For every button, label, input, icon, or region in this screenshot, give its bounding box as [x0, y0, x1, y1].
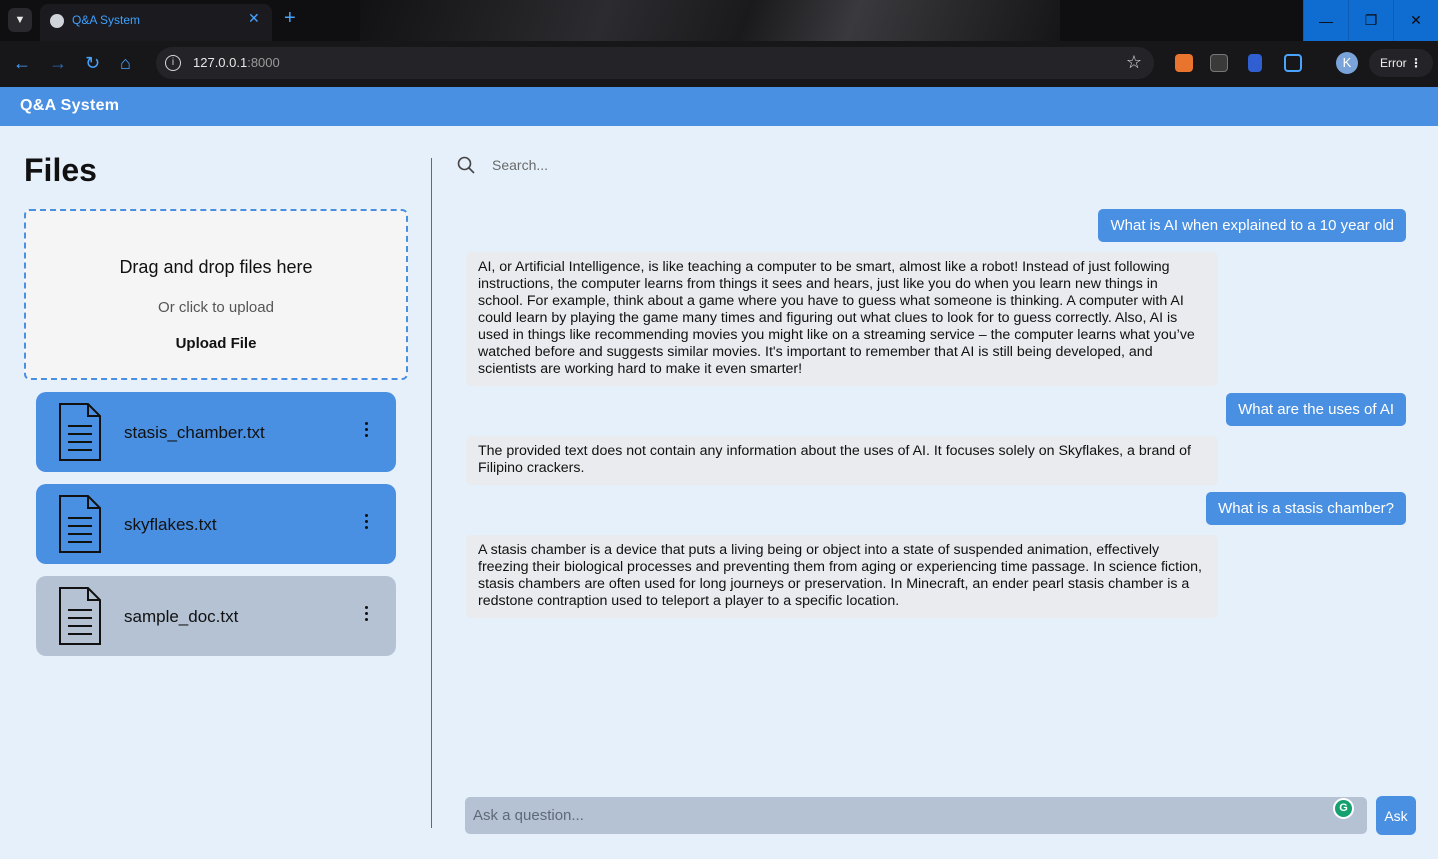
file-name: stasis_chamber.txt [124, 423, 265, 442]
tabbar-background [360, 0, 1060, 41]
assistant-message: The provided text does not contain any i… [466, 436, 1218, 485]
extensions-puzzle-icon[interactable] [1284, 54, 1302, 72]
app-title: Q&A System [20, 97, 120, 114]
upload-file-button[interactable]: Upload File [26, 335, 406, 352]
back-arrow-icon[interactable]: ← [13, 53, 31, 74]
file-name: skyflakes.txt [124, 515, 217, 534]
url-port: :8000 [247, 55, 280, 70]
address-bar[interactable]: i 127.0.0.1:8000 ☆ [156, 47, 1154, 79]
reload-icon[interactable]: ↻ [85, 53, 100, 74]
site-info-icon[interactable]: i [165, 55, 181, 71]
file-options-icon[interactable] [358, 420, 374, 442]
error-button[interactable]: Error ⋮ [1369, 49, 1433, 77]
restore-icon[interactable]: ❐ [1348, 0, 1393, 41]
user-message: What is AI when explained to a 10 year o… [1098, 209, 1406, 242]
grammarly-icon[interactable]: G [1333, 798, 1354, 819]
tab-title: Q&A System [72, 13, 141, 27]
file-item[interactable]: stasis_chamber.txt [36, 392, 396, 472]
extension-icon[interactable] [1210, 54, 1228, 72]
file-name: sample_doc.txt [124, 607, 239, 626]
file-options-icon[interactable] [358, 604, 374, 626]
search-icon [457, 156, 475, 174]
app-header: Q&A System [0, 87, 1438, 126]
tab-search-chevron-icon[interactable]: ▼ [8, 8, 32, 32]
forward-arrow-icon[interactable]: → [49, 53, 67, 74]
error-label: Error [1380, 56, 1407, 70]
home-icon[interactable]: ⌂ [120, 53, 131, 74]
ask-button[interactable]: Ask [1376, 796, 1416, 835]
globe-icon [50, 14, 64, 28]
assistant-message: AI, or Artificial Intelligence, is like … [466, 252, 1218, 386]
profile-avatar[interactable]: K [1336, 52, 1358, 74]
file-item[interactable]: skyflakes.txt [36, 484, 396, 564]
dropzone-title: Drag and drop files here [119, 257, 313, 277]
url-text: 127.0.0.1:8000 [193, 55, 280, 70]
user-message: What is a stasis chamber? [1206, 492, 1406, 525]
file-dropzone[interactable]: Drag and drop files here Or click to upl… [24, 209, 408, 380]
new-tab-icon[interactable]: + [284, 8, 296, 28]
browser-tab-strip: ▼ Q&A System ✕ + — ❐ ✕ [0, 0, 1438, 41]
browser-tab[interactable]: Q&A System ✕ [40, 4, 272, 41]
panel-divider [431, 158, 432, 828]
file-item[interactable]: sample_doc.txt [36, 576, 396, 656]
document-icon [59, 587, 101, 645]
document-icon [59, 495, 101, 553]
minimize-icon[interactable]: — [1303, 0, 1348, 41]
tab-close-icon[interactable]: ✕ [248, 10, 260, 27]
bitwarden-extension-icon[interactable] [1248, 54, 1262, 72]
browser-toolbar: ← → ↻ ⌂ i 127.0.0.1:8000 ☆ K Error ⋮ [0, 41, 1438, 125]
file-options-icon[interactable] [358, 512, 374, 534]
bookmark-star-icon[interactable]: ☆ [1126, 52, 1142, 73]
user-message: What are the uses of AI [1226, 393, 1406, 426]
window-controls: — ❐ ✕ [1303, 0, 1438, 41]
document-icon [59, 403, 101, 461]
dropzone-subtitle: Or click to upload [158, 299, 274, 316]
kebab-menu-icon: ⋮ [1410, 56, 1423, 70]
window-close-icon[interactable]: ✕ [1393, 0, 1438, 41]
question-input[interactable] [465, 797, 1367, 834]
assistant-message: A stasis chamber is a device that puts a… [466, 535, 1218, 618]
files-heading: Files [24, 152, 97, 188]
search-input[interactable] [484, 154, 984, 176]
metamask-extension-icon[interactable] [1175, 54, 1193, 72]
url-host: 127.0.0.1 [193, 55, 248, 70]
